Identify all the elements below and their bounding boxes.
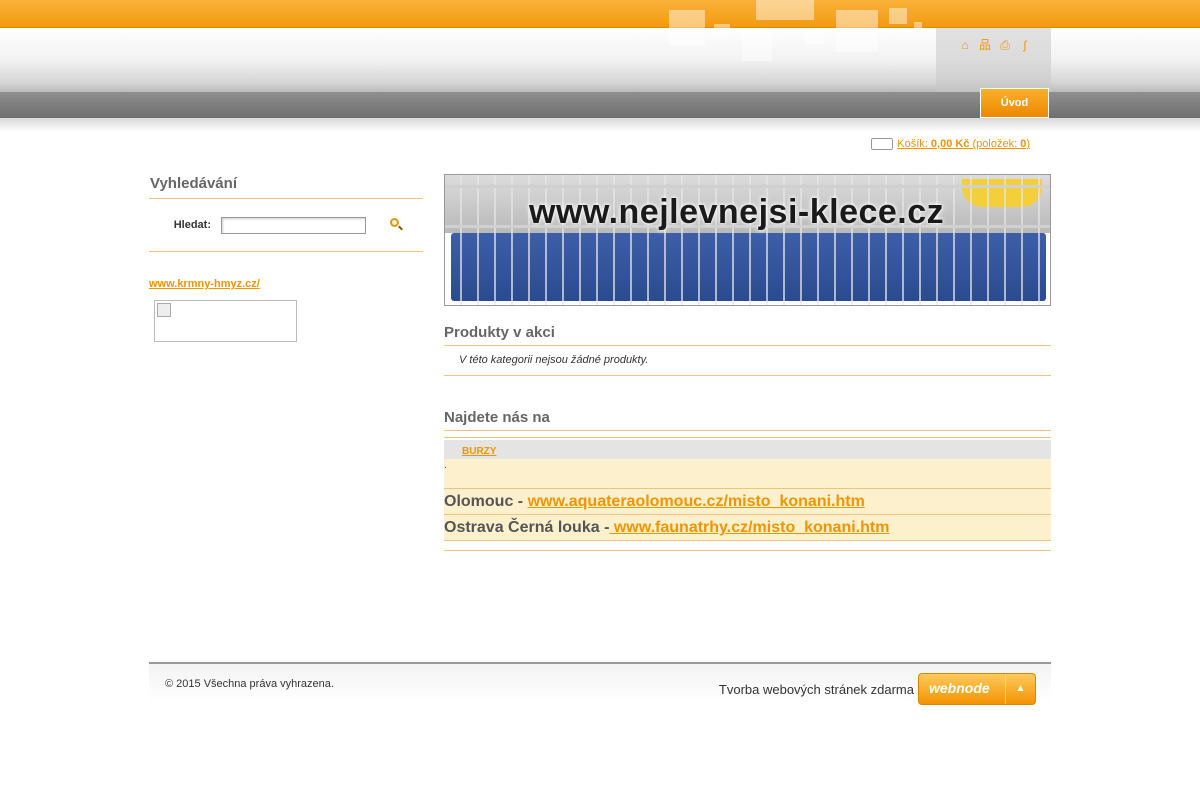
find-content-top: . — [444, 459, 1051, 489]
main-content: www.nejlevnejsi-klece.cz Produkty v akci… — [444, 174, 1051, 551]
cart-icon[interactable] — [871, 138, 894, 150]
promo-empty-message: V této kategorii nejsou žádné produkty. — [444, 346, 1051, 376]
search-title: Vyhledávání — [149, 172, 423, 199]
webnode-credit-link[interactable]: Tvorba webových stránek zdarma — [719, 682, 914, 697]
location-ostrava: Ostrava Černá louka - www.faunatrhy.cz/m… — [444, 515, 1051, 541]
sidebar: Vyhledávání Hledat: www.krmny-hmyz.cz/ — [149, 172, 423, 342]
rss-icon[interactable]: ʃ — [1018, 38, 1032, 52]
copyright: © 2015 Všechna práva vyhrazena. — [165, 678, 334, 690]
header-topbar — [0, 0, 1200, 28]
print-icon[interactable]: ⎙ — [998, 38, 1012, 52]
webnode-logo: webnode — [929, 680, 990, 696]
search-label: Hledat: — [173, 219, 211, 231]
location-city: Olomouc - — [444, 493, 528, 510]
header-icon-box — [936, 28, 1051, 92]
nav-tab-uvod[interactable]: Úvod — [980, 88, 1049, 118]
location-city: Ostrava Černá louka - — [444, 519, 610, 536]
cart-summary[interactable]: Košík: 0,00 Kč (položek: 0) — [871, 138, 1030, 150]
krmny-hmyz-link[interactable]: www.krmny-hmyz.cz/ — [149, 278, 423, 290]
cart-amount: 0,00 Kč — [930, 138, 970, 150]
webnode-badge[interactable]: webnode ▲ — [918, 673, 1036, 705]
promo-title: Produkty v akci — [444, 324, 1051, 346]
broken-image-icon — [157, 303, 171, 317]
location-link[interactable]: www.aquateraolomouc.cz/misto_konani.htm — [528, 493, 865, 510]
find-tabs: BURZY — [444, 440, 1051, 459]
find-title: Najdete nás na — [444, 409, 1051, 431]
banner-image: www.nejlevnejsi-klece.cz — [444, 174, 1051, 306]
sitemap-icon[interactable]: 品 — [978, 38, 992, 52]
broken-image[interactable] — [154, 300, 297, 342]
home-icon[interactable]: ⌂ — [958, 38, 972, 52]
search-input[interactable] — [221, 216, 366, 234]
location-link[interactable]: www.faunatrhy.cz/misto_konani.htm — [609, 519, 890, 536]
footer: © 2015 Všechna práva vyhrazena. Tvorba w… — [149, 662, 1051, 705]
banner-text: www.nejlevnejsi-klece.cz — [529, 193, 945, 231]
cart-label: Košík: — [897, 138, 928, 150]
cart-link[interactable]: Košík: 0,00 Kč (položek: 0) — [897, 138, 1030, 150]
search-button[interactable] — [388, 217, 404, 233]
location-olomouc: Olomouc - www.aquateraolomouc.cz/misto_k… — [444, 489, 1051, 515]
cart-items-prefix: (položek: — [972, 138, 1018, 150]
search-form: Hledat: — [149, 199, 423, 252]
tab-burzy[interactable]: BURZY — [462, 446, 496, 457]
arrow-up-icon[interactable]: ▲ — [1005, 674, 1035, 704]
